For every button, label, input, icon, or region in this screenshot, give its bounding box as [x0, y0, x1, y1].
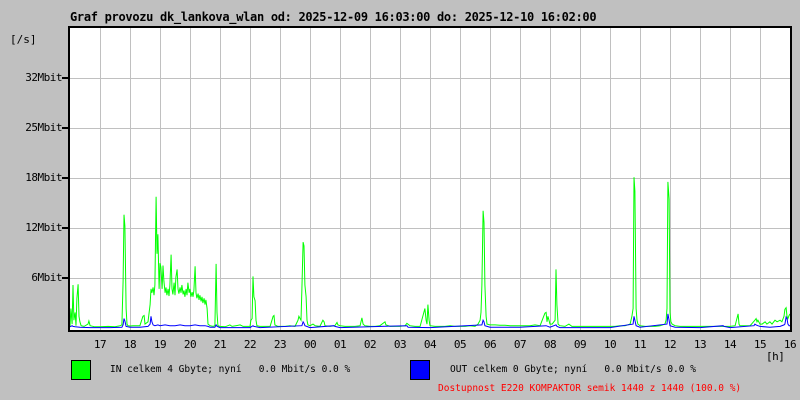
y-tick-label: 25Mbit [25, 121, 62, 134]
x-tick-label: 14 [723, 338, 737, 351]
y-tick-mark [62, 127, 69, 129]
plot-svg [70, 28, 790, 330]
x-tick-label: 22 [243, 338, 257, 351]
x-tick-label: 10 [603, 338, 617, 351]
x-tick-label: 17 [93, 338, 107, 351]
y-tick-label: 12Mbit [25, 221, 62, 234]
legend-in-swatch [71, 360, 91, 380]
x-tick-label: 02 [363, 338, 377, 351]
y-tick-label: 18Mbit [25, 171, 62, 184]
x-tick-label: 13 [693, 338, 707, 351]
x-tick-label: 19 [153, 338, 167, 351]
x-tick-label: 08 [543, 338, 557, 351]
x-tick-label: 00 [303, 338, 317, 351]
legend-out-swatch [410, 360, 430, 380]
x-axis-unit-label: [h] [766, 350, 785, 363]
x-tick-label: 18 [123, 338, 137, 351]
x-tick-label: 23 [273, 338, 287, 351]
x-tick-label: 21 [213, 338, 227, 351]
legend-in-label: IN celkem 4 Gbyte; nyní 0.0 Mbit/s 0.0 % [110, 364, 351, 375]
y-tick-mark [62, 77, 69, 79]
plot-area [68, 26, 792, 332]
x-tick-label: 04 [423, 338, 437, 351]
y-tick-label: 6Mbit [31, 271, 62, 284]
x-tick-label: 03 [393, 338, 407, 351]
x-tick-label: 20 [183, 338, 197, 351]
y-axis-unit-label: [/s] [10, 33, 37, 46]
x-tick-label: 01 [333, 338, 347, 351]
availability-text: Dostupnost E220 KOMPAKTOR semik 1440 z 1… [438, 383, 742, 394]
mrtg-traffic-graph-page: { "header": { "title": "Graf provozu dk_… [0, 0, 800, 400]
x-tick-label: 07 [513, 338, 527, 351]
x-tick-label: 05 [453, 338, 467, 351]
y-tick-mark [62, 227, 69, 229]
y-tick-mark [62, 177, 69, 179]
legend-out-label: OUT celkem 0 Gbyte; nyní 0.0 Mbit/s 0.0 … [450, 364, 696, 375]
y-tick-label: 32Mbit [25, 71, 62, 84]
x-tick-label: 06 [483, 338, 497, 351]
chart-title: Graf provozu dk_lankova_wlan od: 2025-12… [70, 10, 597, 24]
y-tick-mark [62, 277, 69, 279]
x-tick-label: 12 [663, 338, 677, 351]
x-tick-label: 09 [573, 338, 587, 351]
x-tick-label: 11 [633, 338, 647, 351]
